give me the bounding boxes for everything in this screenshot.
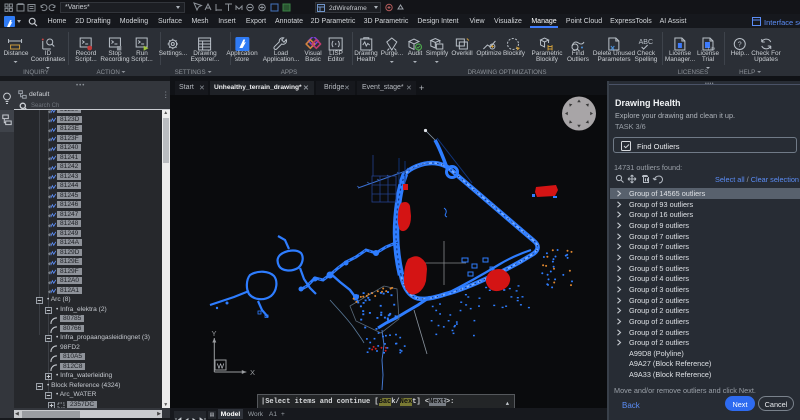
svg-text:W: W bbox=[217, 362, 225, 371]
svg-text:X: X bbox=[250, 368, 255, 377]
svg-text:Y: Y bbox=[212, 329, 217, 338]
svg-text:?: ? bbox=[738, 42, 742, 49]
svg-text:ABC: ABC bbox=[639, 39, 653, 46]
